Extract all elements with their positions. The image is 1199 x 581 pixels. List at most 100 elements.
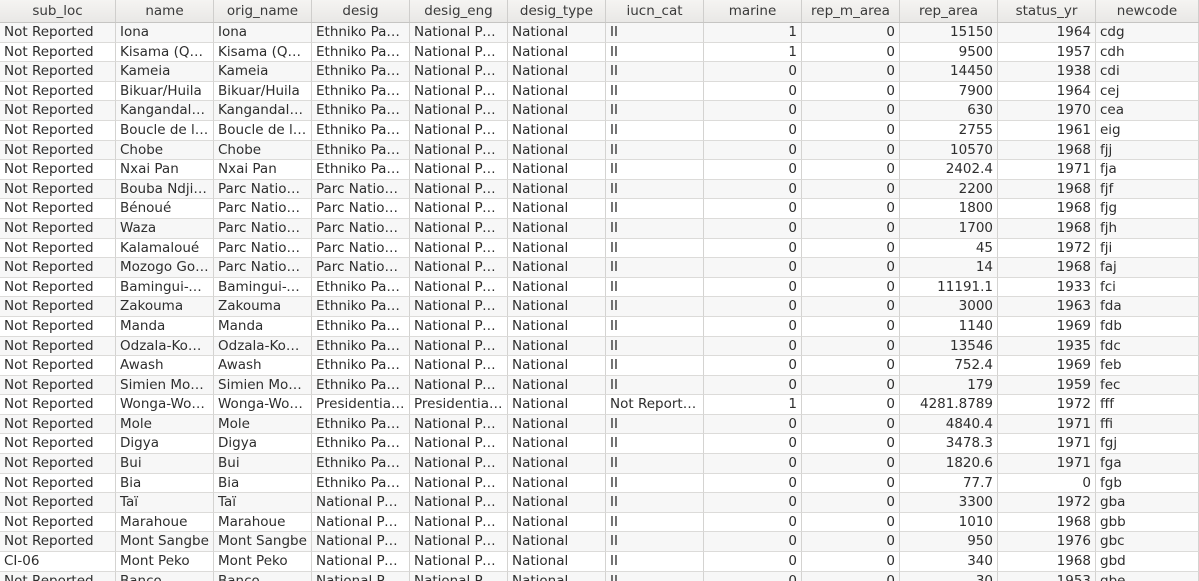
table-cell[interactable]: Parc Nation…	[214, 199, 312, 219]
table-cell[interactable]: gba	[1096, 493, 1199, 513]
table-cell[interactable]: National	[508, 42, 606, 63]
table-cell[interactable]: Ethniko Parko	[312, 375, 410, 396]
table-cell[interactable]: 1140	[900, 316, 998, 337]
table-cell[interactable]: National Park	[410, 42, 508, 63]
table-cell[interactable]: Not Reported	[0, 258, 116, 278]
table-cell[interactable]: 0	[802, 316, 900, 337]
table-cell[interactable]: 0	[802, 395, 900, 415]
table-cell[interactable]: Not Reported	[0, 120, 116, 141]
table-cell[interactable]: Bénoué	[116, 199, 214, 219]
table-cell[interactable]: II	[606, 42, 704, 63]
table-cell[interactable]: Not Reported	[0, 81, 116, 102]
table-cell[interactable]: 1964	[998, 81, 1096, 102]
table-cell[interactable]: 14	[900, 258, 998, 278]
table-cell[interactable]: fga	[1096, 454, 1199, 474]
table-cell[interactable]: National Park	[410, 434, 508, 455]
table-cell[interactable]: 1961	[998, 120, 1096, 141]
table-cell[interactable]: National	[508, 81, 606, 102]
table-cell[interactable]: Taï	[116, 493, 214, 513]
table-cell[interactable]: Parc National	[312, 258, 410, 278]
table-cell[interactable]: Bia	[116, 473, 214, 494]
table-cell[interactable]: 0	[704, 356, 802, 376]
table-cell[interactable]: 10570	[900, 140, 998, 161]
table-cell[interactable]: 1953	[998, 571, 1096, 581]
table-cell[interactable]: II	[606, 454, 704, 474]
table-cell[interactable]: II	[606, 434, 704, 455]
table-cell[interactable]: 0	[802, 101, 900, 121]
table-cell[interactable]: Nxai Pan	[214, 160, 312, 180]
table-row[interactable]: Not Reported Nxai Pan Nxai Pan Ethniko Park…	[0, 160, 1199, 180]
table-cell[interactable]: Not Reported	[0, 62, 116, 82]
table-cell[interactable]: 1968	[998, 552, 1096, 572]
table-cell[interactable]: cdg	[1096, 23, 1199, 43]
table-cell[interactable]: National	[508, 101, 606, 121]
table-cell[interactable]: 3478.3	[900, 434, 998, 455]
table-cell[interactable]: 0	[704, 473, 802, 494]
table-row[interactable]: Not Reported Marahoue Marahoue National Par…	[0, 512, 1199, 533]
table-cell[interactable]: Kalamaloué	[116, 238, 214, 259]
table-cell[interactable]: National Park	[410, 552, 508, 572]
table-cell[interactable]: National	[508, 316, 606, 337]
table-cell[interactable]: 0	[704, 316, 802, 337]
table-cell[interactable]: 0	[802, 297, 900, 317]
table-cell[interactable]: Ethniko Parko	[312, 140, 410, 161]
table-cell[interactable]: National Park	[410, 336, 508, 357]
table-cell[interactable]: 1969	[998, 356, 1096, 376]
table-cell[interactable]: 3300	[900, 493, 998, 513]
table-cell[interactable]: Zakouma	[214, 297, 312, 317]
table-cell[interactable]: 0	[802, 81, 900, 102]
table-cell[interactable]: Not Reported	[0, 199, 116, 219]
table-cell[interactable]: Iona	[214, 23, 312, 43]
table-cell[interactable]: Ethniko Parko	[312, 414, 410, 435]
table-cell[interactable]: 1	[704, 395, 802, 415]
table-cell[interactable]: National	[508, 414, 606, 435]
table-cell[interactable]: Marahoue	[214, 512, 312, 533]
table-cell[interactable]: National	[508, 238, 606, 259]
table-cell[interactable]: Not Reported	[0, 101, 116, 121]
table-row[interactable]: Not Reported Bamingui-B… Bamingui-B… Ethnik…	[0, 277, 1199, 298]
table-cell[interactable]: cea	[1096, 101, 1199, 121]
table-cell[interactable]: 14450	[900, 62, 998, 82]
table-cell[interactable]: Not Reported	[0, 473, 116, 494]
table-cell[interactable]: 950	[900, 532, 998, 553]
table-cell[interactable]: National Park	[410, 454, 508, 474]
table-cell[interactable]: National Park	[410, 277, 508, 298]
table-cell[interactable]: 0	[802, 160, 900, 180]
table-cell[interactable]: gbd	[1096, 552, 1199, 572]
table-cell[interactable]: National	[508, 140, 606, 161]
table-cell[interactable]: 0	[704, 199, 802, 219]
table-cell[interactable]: National Park	[410, 356, 508, 376]
table-cell[interactable]: Mole	[116, 414, 214, 435]
table-cell[interactable]: 15150	[900, 23, 998, 43]
table-cell[interactable]: Banco	[214, 571, 312, 581]
table-cell[interactable]: Iona	[116, 23, 214, 43]
table-cell[interactable]: II	[606, 297, 704, 317]
table-cell[interactable]: Marahoue	[116, 512, 214, 533]
table-cell[interactable]: 0	[704, 414, 802, 435]
table-cell[interactable]: National Park	[410, 316, 508, 337]
table-cell[interactable]: Ethniko Parko	[312, 120, 410, 141]
table-cell[interactable]: 0	[802, 258, 900, 278]
column-header-iucn-cat[interactable]: iucn_cat	[606, 0, 704, 22]
table-cell[interactable]: Presidentia…	[410, 395, 508, 415]
table-cell[interactable]: 0	[802, 62, 900, 82]
table-cell[interactable]: 1968	[998, 140, 1096, 161]
table-cell[interactable]: 1972	[998, 395, 1096, 415]
table-cell[interactable]: National	[508, 336, 606, 357]
table-cell[interactable]: 77.7	[900, 473, 998, 494]
table-cell[interactable]: Not Reported	[0, 454, 116, 474]
table-cell[interactable]: National Park	[410, 473, 508, 494]
table-cell[interactable]: Not Reported	[0, 571, 116, 581]
table-row[interactable]: Not Reported Zakouma Zakouma Ethniko Parko N…	[0, 297, 1199, 317]
table-cell[interactable]: II	[606, 375, 704, 396]
table-row[interactable]: Not Reported Mont Sangbe Mont Sangbe Nation…	[0, 532, 1199, 553]
table-cell[interactable]: National	[508, 356, 606, 376]
table-cell[interactable]: Parc Nation…	[214, 218, 312, 239]
table-cell[interactable]: National	[508, 454, 606, 474]
table-row[interactable]: Not Reported Odzala-Kok… Odzala-Kok… Ethnik…	[0, 336, 1199, 357]
table-cell[interactable]: II	[606, 493, 704, 513]
table-row[interactable]: Not Reported Simien Mou… Simien Mou… Ethnik…	[0, 375, 1199, 396]
table-cell[interactable]: 9500	[900, 42, 998, 63]
table-cell[interactable]: 1968	[998, 512, 1096, 533]
table-cell[interactable]: Bikuar/Huila	[214, 81, 312, 102]
